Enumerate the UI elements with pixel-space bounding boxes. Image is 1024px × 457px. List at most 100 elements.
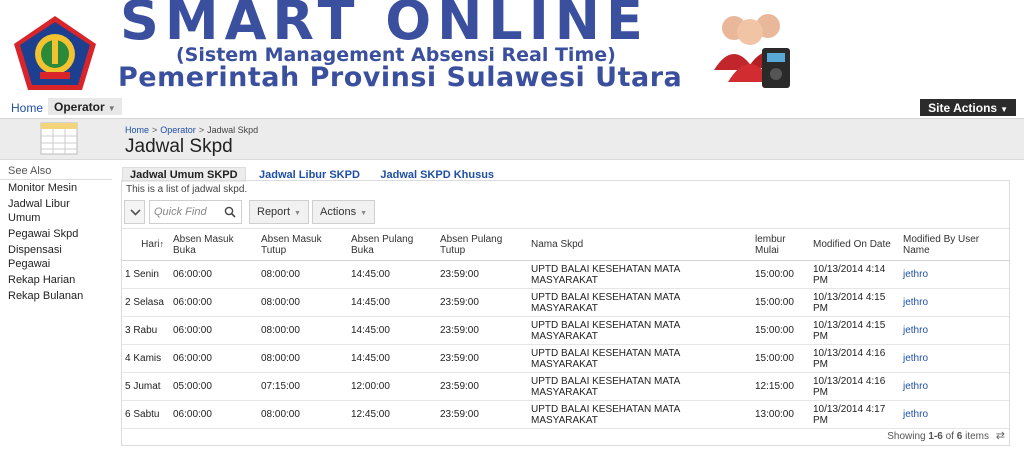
column-header-nama-skpd[interactable]: Nama Skpd — [528, 228, 752, 261]
sidebar-item-pegawai-skpd[interactable]: Pegawai Skpd — [0, 226, 112, 242]
breadcrumb-separator: > — [152, 125, 158, 135]
table-page-icon — [40, 122, 78, 155]
breadcrumb-separator: > — [198, 125, 205, 135]
toggle-views-button[interactable] — [124, 200, 145, 224]
provincial-emblem-icon — [14, 16, 96, 90]
refresh-icon[interactable]: ⇄ — [996, 429, 1005, 442]
page-header: Home > Operator > Jadwal Skpd Jadwal Skpd — [0, 119, 1024, 160]
cell-pulang-tutup: 23:59:00 — [437, 372, 528, 401]
app-title: SMART ONLINE — [120, 0, 649, 52]
column-header-pulang-buka[interactable]: Absen Pulang Buka — [348, 228, 437, 261]
schedule-table: Hari↑ Absen Masuk Buka Absen Masuk Tutup… — [122, 228, 1009, 429]
cell-masuk-tutup: 08:00:00 — [258, 288, 348, 317]
cell-masuk-buka: 06:00:00 — [170, 344, 258, 373]
cell-lembur: 15:00:00 — [752, 260, 810, 289]
sidebar-item-jadwal-libur-umum[interactable]: Jadwal Libur Umum — [0, 196, 112, 226]
cell-hari: 5 Jumat — [122, 372, 170, 401]
report-button[interactable]: Report ▼ — [249, 200, 309, 224]
nav-operator-label: Operator — [54, 100, 105, 114]
page-title: Jadwal Skpd — [125, 136, 233, 157]
actions-button[interactable]: Actions ▼ — [312, 200, 376, 224]
caret-down-icon: ▼ — [360, 210, 368, 217]
caret-down-icon: ▼ — [294, 210, 301, 217]
nav-home-link[interactable]: Home — [11, 101, 43, 115]
cell-pulang-buka: 14:45:00 — [348, 344, 437, 373]
column-header-hari[interactable]: Hari↑ — [122, 228, 170, 261]
cell-modified-on: 10/13/2014 4:17 PM — [810, 400, 900, 429]
organization-name: Pemerintah Provinsi Sulawesi Utara — [118, 62, 683, 93]
cell-masuk-tutup: 07:15:00 — [258, 372, 348, 401]
site-actions-menu[interactable]: Site Actions ▼ — [920, 99, 1016, 116]
cell-modified-by-link[interactable]: jethro — [900, 316, 1009, 345]
cell-hari: 6 Sabtu — [122, 400, 170, 429]
sidebar-heading: See Also — [0, 163, 112, 180]
column-header-masuk-tutup[interactable]: Absen Masuk Tutup — [258, 228, 348, 261]
cell-masuk-buka: 06:00:00 — [170, 288, 258, 317]
table-row[interactable]: 6 Sabtu 06:00:00 08:00:00 12:45:00 23:59… — [122, 400, 1009, 429]
cell-lembur: 15:00:00 — [752, 316, 810, 345]
sidebar-item-rekap-harian[interactable]: Rekap Harian — [0, 272, 112, 288]
cell-modified-by-link[interactable]: jethro — [900, 372, 1009, 401]
column-header-modified-on[interactable]: Modified On Date — [810, 228, 900, 261]
cell-hari: 1 Senin — [122, 260, 170, 289]
pager-total: 6 — [956, 431, 963, 442]
caret-down-icon: ▼ — [107, 104, 116, 113]
sidebar: See Also Monitor Mesin Jadwal Libur Umum… — [0, 163, 112, 304]
tab-bar: Jadwal Umum SKPD Jadwal Libur SKPD Jadwa… — [122, 165, 503, 182]
cell-pulang-tutup: 23:59:00 — [437, 344, 528, 373]
cell-modified-on: 10/13/2014 4:16 PM — [810, 344, 900, 373]
search-icon[interactable] — [224, 206, 236, 218]
cell-masuk-buka: 06:00:00 — [170, 260, 258, 289]
actions-label: Actions — [320, 206, 357, 218]
cell-masuk-tutup: 08:00:00 — [258, 344, 348, 373]
sidebar-item-monitor-mesin[interactable]: Monitor Mesin — [0, 180, 112, 196]
cell-pulang-tutup: 23:59:00 — [437, 288, 528, 317]
report-label: Report — [257, 206, 291, 218]
column-header-modified-by[interactable]: Modified By User Name — [900, 228, 1009, 261]
column-header-label: Hari — [141, 239, 160, 250]
table-row[interactable]: 2 Selasa 06:00:00 08:00:00 14:45:00 23:5… — [122, 288, 1009, 317]
pager-suffix: items — [965, 431, 989, 442]
site-actions-label: Site Actions — [928, 101, 998, 115]
breadcrumb-operator[interactable]: Operator — [160, 125, 196, 135]
cell-masuk-tutup: 08:00:00 — [258, 260, 348, 289]
breadcrumb-home[interactable]: Home — [125, 125, 149, 135]
quick-find-box — [149, 200, 242, 224]
sidebar-item-dispensasi-pegawai[interactable]: Dispensasi Pegawai — [0, 242, 112, 272]
site-banner: SMART ONLINE (Sistem Management Absensi … — [0, 0, 1024, 97]
table-row[interactable]: 3 Rabu 06:00:00 08:00:00 14:45:00 23:59:… — [122, 316, 1009, 345]
cell-pulang-buka: 12:00:00 — [348, 372, 437, 401]
cell-pulang-buka: 14:45:00 — [348, 316, 437, 345]
column-header-masuk-buka[interactable]: Absen Masuk Buka — [170, 228, 258, 261]
sidebar-item-rekap-bulanan[interactable]: Rekap Bulanan — [0, 288, 112, 304]
list-panel: This is a list of jadwal skpd. Report▼ A… — [121, 180, 1010, 446]
cell-modified-on: 10/13/2014 4:14 PM — [810, 260, 900, 289]
cell-nama-skpd: UPTD BALAI KESEHATAN MATA MASYARAKAT — [528, 372, 752, 401]
cell-modified-by-link[interactable]: jethro — [900, 400, 1009, 429]
list-description: This is a list of jadwal skpd. — [126, 184, 248, 195]
cell-masuk-buka: 06:00:00 — [170, 316, 258, 345]
sort-ascending-icon: ↑ — [159, 239, 165, 249]
table-row[interactable]: 1 Senin 06:00:00 08:00:00 14:45:00 23:59… — [122, 260, 1009, 289]
cell-nama-skpd: UPTD BALAI KESEHATAN MATA MASYARAKAT — [528, 288, 752, 317]
quick-find-input[interactable] — [154, 202, 226, 222]
nav-operator-menu[interactable]: Operator ▼ — [48, 98, 122, 115]
cell-lembur: 12:15:00 — [752, 372, 810, 401]
cell-hari: 4 Kamis — [122, 344, 170, 373]
cell-modified-on: 10/13/2014 4:15 PM — [810, 316, 900, 345]
table-header-row: Hari↑ Absen Masuk Buka Absen Masuk Tutup… — [122, 228, 1009, 261]
cell-pulang-tutup: 23:59:00 — [437, 400, 528, 429]
table-row[interactable]: 5 Jumat 05:00:00 07:15:00 12:00:00 23:59… — [122, 372, 1009, 401]
column-header-pulang-tutup[interactable]: Absen Pulang Tutup — [437, 228, 528, 261]
pager-middle: of — [945, 431, 954, 442]
breadcrumb-current: Jadwal Skpd — [207, 125, 259, 135]
column-header-lembur[interactable]: lembur Mulai — [752, 228, 810, 261]
cell-modified-by-link[interactable]: jethro — [900, 344, 1009, 373]
cell-masuk-tutup: 08:00:00 — [258, 400, 348, 429]
cell-lembur: 15:00:00 — [752, 344, 810, 373]
cell-nama-skpd: UPTD BALAI KESEHATAN MATA MASYARAKAT — [528, 260, 752, 289]
cell-modified-by-link[interactable]: jethro — [900, 288, 1009, 317]
cell-masuk-buka: 05:00:00 — [170, 372, 258, 401]
table-row[interactable]: 4 Kamis 06:00:00 08:00:00 14:45:00 23:59… — [122, 344, 1009, 373]
cell-modified-by-link[interactable]: jethro — [900, 260, 1009, 289]
